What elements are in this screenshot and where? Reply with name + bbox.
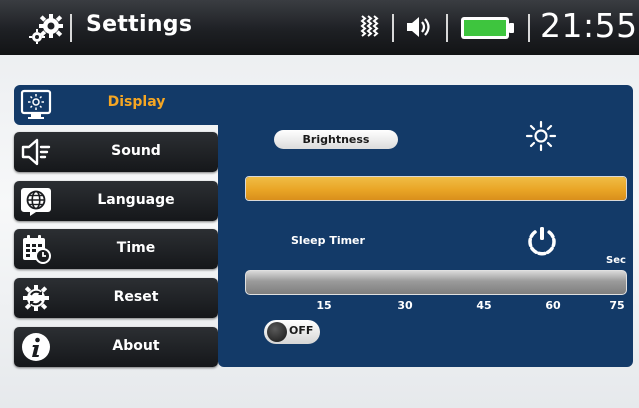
sidebar-item-label: About bbox=[112, 338, 160, 354]
sidebar-item-label: Language bbox=[97, 192, 175, 208]
sleep-tick-label: 75 bbox=[609, 299, 625, 312]
divider bbox=[70, 14, 72, 42]
sleep-tick-label: 45 bbox=[476, 299, 492, 312]
reset-gear-icon bbox=[23, 285, 49, 311]
battery-icon bbox=[461, 17, 514, 39]
volume-icon[interactable] bbox=[405, 14, 433, 40]
sleep-timer-label: Sleep Timer bbox=[291, 234, 365, 247]
sleep-timer-toggle[interactable]: OFF bbox=[264, 320, 320, 344]
sidebar-item-label: Sound bbox=[111, 143, 161, 159]
sidebar-item-time[interactable]: Time bbox=[14, 229, 218, 269]
sidebar-item-about[interactable]: About bbox=[14, 327, 218, 367]
toggle-knob bbox=[267, 322, 287, 342]
divider bbox=[392, 14, 394, 42]
sidebar-item-label: Reset bbox=[113, 289, 159, 305]
sun-icon bbox=[525, 120, 557, 152]
globe-icon bbox=[21, 188, 51, 216]
sidebar-item-label: Time bbox=[116, 240, 156, 256]
sleep-tick-label: 15 bbox=[316, 299, 332, 312]
calendar-clock-icon bbox=[23, 235, 51, 264]
sidebar-item-sound[interactable]: Sound bbox=[14, 132, 218, 172]
info-icon bbox=[22, 333, 50, 361]
sidebar-item-reset[interactable]: Reset bbox=[14, 278, 218, 318]
sidebar-item-language[interactable]: Language bbox=[14, 181, 218, 221]
brightness-label: Brightness bbox=[274, 130, 398, 149]
settings-gears-icon bbox=[29, 14, 63, 44]
monitor-brightness-icon bbox=[20, 89, 52, 119]
display-settings-panel: Brightness Sleep Timer Sec 15 30 45 60 7… bbox=[218, 85, 633, 367]
clock: 21:55 bbox=[540, 6, 638, 45]
divider bbox=[528, 14, 530, 42]
sleep-tick-label: 30 bbox=[397, 299, 413, 312]
sleep-unit-label: Sec bbox=[606, 255, 626, 266]
sidebar-item-label: Display bbox=[107, 94, 166, 110]
page-title: Settings bbox=[86, 12, 193, 37]
sidebar-item-display[interactable]: Display bbox=[14, 85, 229, 125]
sleep-tick-label: 60 bbox=[545, 299, 561, 312]
toggle-state-label: OFF bbox=[289, 324, 314, 337]
status-bar: Settings 21:55 bbox=[0, 0, 639, 55]
power-timer-icon bbox=[528, 227, 556, 256]
sleep-timer-slider[interactable] bbox=[245, 270, 627, 295]
brightness-fill bbox=[246, 177, 626, 200]
divider bbox=[446, 14, 448, 42]
brightness-slider[interactable] bbox=[245, 176, 627, 201]
speaker-icon bbox=[21, 138, 51, 166]
signal-icon bbox=[360, 15, 379, 37]
